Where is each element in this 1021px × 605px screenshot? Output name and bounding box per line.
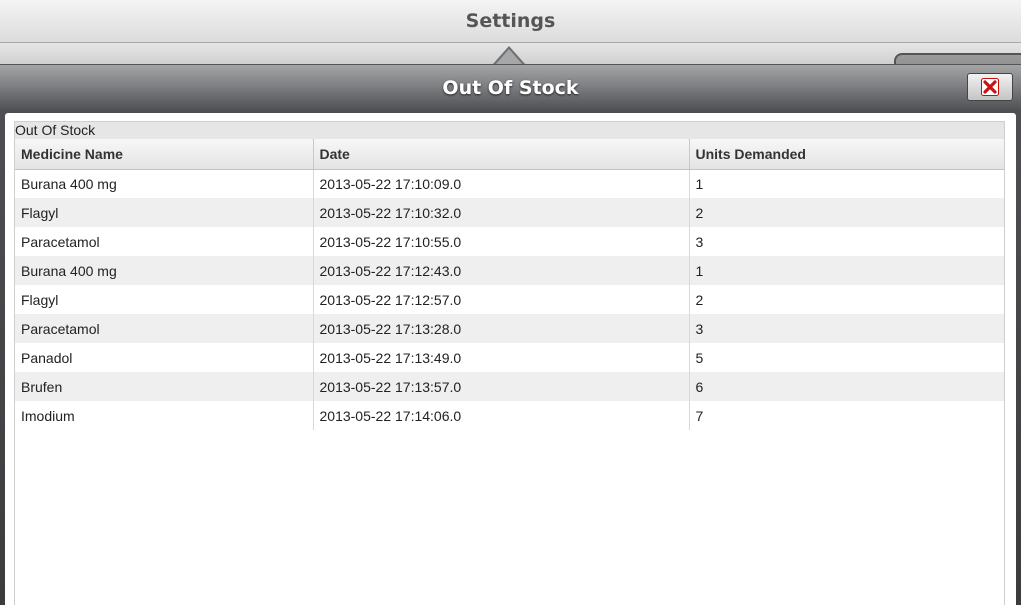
cell-units-demanded: 1	[689, 256, 1004, 285]
cell-date: 2013-05-22 17:12:57.0	[313, 285, 690, 314]
cell-units-demanded: 1	[695, 175, 704, 192]
cell-date: 2013-05-22 17:10:55.0	[313, 227, 690, 256]
out-of-stock-grid[interactable]: Medicine Name Date Units Demanded Burana…	[14, 139, 1005, 605]
popover-pointer-inner	[495, 49, 523, 65]
table-row[interactable]: Paracetamol 2013-05-22 17:10:55.0 3	[15, 227, 1004, 256]
cell-date: 2013-05-22 17:10:09.0	[313, 169, 690, 198]
cell-units-demanded: 7	[695, 407, 704, 424]
table-row[interactable]: Burana 400 mg 2013-05-22 17:10:09.0 1	[15, 169, 1004, 198]
table-row[interactable]: Flagyl 2013-05-22 17:12:57.0 2	[15, 285, 1004, 314]
cell-units-demanded: 6	[689, 372, 1004, 401]
dialog-content: Out Of Stock Medicine Name Date Units De…	[5, 113, 1016, 605]
cell-medicine-name: Brufen	[15, 372, 314, 401]
out-of-stock-table: Medicine Name Date Units Demanded Burana…	[15, 139, 1004, 430]
out-of-stock-dialog: Out Of Stock Out Of Stock Medicine Name …	[0, 64, 1021, 605]
table-row[interactable]: Burana 400 mg 2013-05-22 17:12:43.0 1	[15, 256, 1004, 285]
cell-medicine-name: Flagyl	[15, 285, 314, 314]
cell-medicine-name: Imodium	[15, 401, 314, 430]
close-button[interactable]	[967, 73, 1013, 101]
table-row[interactable]: Imodium 2013-05-22 17:14:06.0 7	[15, 401, 1004, 430]
dialog-title: Out Of Stock	[442, 77, 579, 99]
table-row[interactable]: Panadol 2013-05-22 17:13:49.0 5	[15, 343, 1004, 372]
settings-header: Settings	[0, 0, 1021, 43]
cell-date: 2013-05-22 17:13:57.0	[313, 372, 690, 401]
cell-medicine-name: Panadol	[15, 343, 314, 372]
table-row[interactable]: Paracetamol 2013-05-22 17:13:28.0 3	[15, 314, 1004, 343]
close-x-icon	[981, 78, 999, 96]
cell-date: 2013-05-22 17:10:32.0	[313, 198, 690, 227]
cell-units-demanded: 2	[689, 198, 1004, 227]
cell-units-demanded: 3	[695, 233, 704, 250]
column-header-units-demanded[interactable]: Units Demanded	[689, 139, 1004, 170]
cell-date: 2013-05-22 17:12:43.0	[313, 256, 690, 285]
cell-medicine-name: Flagyl	[15, 198, 314, 227]
cell-date: 2013-05-22 17:13:49.0	[313, 343, 690, 372]
table-header-row: Medicine Name Date Units Demanded	[15, 139, 1004, 170]
table-row[interactable]: Flagyl 2013-05-22 17:10:32.0 2	[15, 198, 1004, 227]
table-row[interactable]: Brufen 2013-05-22 17:13:57.0 6	[15, 372, 1004, 401]
cell-units-demanded: 2	[695, 291, 704, 308]
cell-date: 2013-05-22 17:13:28.0	[313, 314, 690, 343]
cell-units-demanded: 5	[695, 349, 704, 366]
cell-medicine-name: Burana 400 mg	[15, 169, 314, 198]
cell-date: 2013-05-22 17:14:06.0	[313, 401, 690, 430]
grid-caption: Out Of Stock	[14, 121, 1005, 139]
header-title: Settings	[465, 10, 556, 32]
cell-medicine-name: Paracetamol	[15, 227, 314, 256]
cell-units-demanded: 3	[689, 314, 1004, 343]
cell-medicine-name: Burana 400 mg	[15, 256, 314, 285]
column-header-date[interactable]: Date	[313, 139, 690, 170]
column-header-medicine-name[interactable]: Medicine Name	[15, 139, 314, 170]
cell-medicine-name: Paracetamol	[15, 314, 314, 343]
